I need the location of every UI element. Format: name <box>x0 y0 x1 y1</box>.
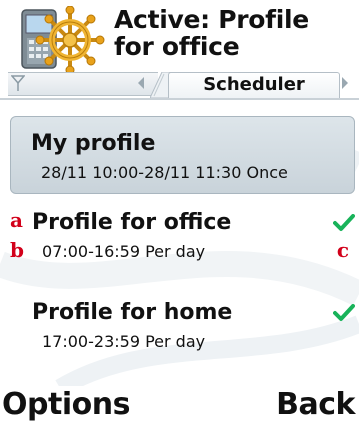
signal-antenna-icon <box>11 75 25 91</box>
screen: Active: Profile for office Scheduler My … <box>0 0 359 423</box>
annotation-marker-b: b <box>10 238 24 262</box>
phone-with-ship-wheel-icon <box>21 6 105 72</box>
checkmark-icon <box>333 214 355 231</box>
back-button[interactable]: Back <box>276 386 355 423</box>
tab-scroll-right-icon[interactable] <box>340 76 350 90</box>
tab-scheduler[interactable]: Scheduler <box>168 72 340 99</box>
profile-name: Profile for office <box>32 210 232 235</box>
softkey-bar: Options Back <box>0 386 359 423</box>
tab-bar: Scheduler <box>0 72 359 102</box>
title-line-2: for office <box>114 32 240 61</box>
profile-name: My profile <box>31 131 156 156</box>
list-item[interactable]: a Profile for office b 07:00-16:59 Per d… <box>10 206 355 276</box>
profile-schedule: 07:00-16:59 Per day <box>42 242 206 261</box>
profile-schedule: 28/11 10:00-28/11 11:30 Once <box>41 163 288 182</box>
status-header: Active: Profile for office Scheduler <box>0 0 359 104</box>
page-title: Active: Profile for office <box>114 6 354 60</box>
title-line-1: Active: Profile <box>114 5 309 34</box>
profile-schedule: 17:00-23:59 Per day <box>42 332 206 351</box>
profile-name: Profile for home <box>32 300 233 325</box>
list-item[interactable]: Profile for home 17:00-23:59 Per day <box>10 296 355 366</box>
annotation-marker-a: a <box>10 208 23 232</box>
checkmark-icon <box>333 304 355 321</box>
list-item[interactable]: My profile 28/11 10:00-28/11 11:30 Once <box>10 116 355 194</box>
tab-bar-divider <box>0 98 359 100</box>
tab-scroll-left-icon[interactable] <box>136 76 146 90</box>
options-button[interactable]: Options <box>2 386 130 423</box>
profile-list: My profile 28/11 10:00-28/11 11:30 Once … <box>0 104 359 388</box>
annotation-marker-c: c <box>336 238 349 262</box>
